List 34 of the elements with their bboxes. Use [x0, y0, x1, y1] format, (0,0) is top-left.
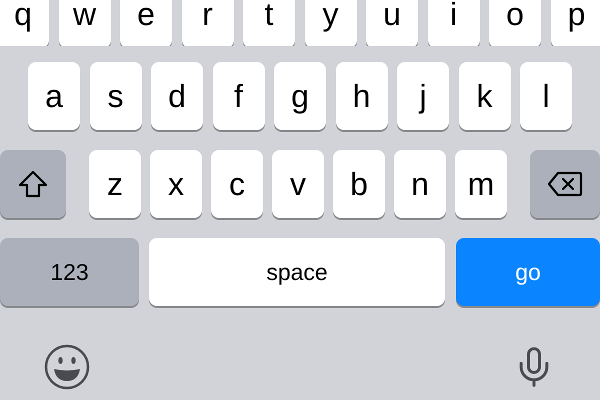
numbers-key[interactable]: 123: [0, 238, 139, 306]
letter-key[interactable]: z: [89, 150, 141, 218]
letter-key[interactable]: c: [211, 150, 263, 218]
emoji-icon[interactable]: [44, 344, 90, 390]
letter-key[interactable]: j: [397, 62, 449, 130]
letter-key[interactable]: p: [550, 0, 600, 46]
letter-key[interactable]: t: [243, 0, 295, 46]
letter-key[interactable]: d: [151, 62, 203, 130]
letter-key[interactable]: y: [304, 0, 356, 46]
shift-icon: [18, 170, 48, 198]
letter-key[interactable]: o: [489, 0, 541, 46]
letter-key[interactable]: b: [333, 150, 385, 218]
letter-key[interactable]: n: [394, 150, 446, 218]
letter-key[interactable]: g: [274, 62, 326, 130]
letter-key[interactable]: f: [212, 62, 264, 130]
letter-key[interactable]: m: [455, 150, 507, 218]
letter-key[interactable]: r: [182, 0, 234, 46]
shift-key[interactable]: [0, 150, 66, 218]
letter-key[interactable]: v: [272, 150, 324, 218]
letter-key[interactable]: h: [336, 62, 388, 130]
letter-key[interactable]: k: [458, 62, 510, 130]
delete-key[interactable]: [530, 150, 600, 218]
letter-key[interactable]: i: [428, 0, 480, 46]
letter-key[interactable]: q: [0, 0, 49, 46]
letter-key[interactable]: x: [150, 150, 202, 218]
backspace-icon: [547, 171, 583, 197]
letter-key[interactable]: w: [58, 0, 110, 46]
letter-key[interactable]: l: [520, 62, 572, 130]
letter-key[interactable]: s: [90, 62, 142, 130]
letter-key[interactable]: a: [28, 62, 80, 130]
letter-key[interactable]: u: [366, 0, 418, 46]
go-button[interactable]: go: [456, 238, 600, 306]
space-bar[interactable]: space: [149, 238, 445, 306]
letter-key[interactable]: e: [120, 0, 172, 46]
